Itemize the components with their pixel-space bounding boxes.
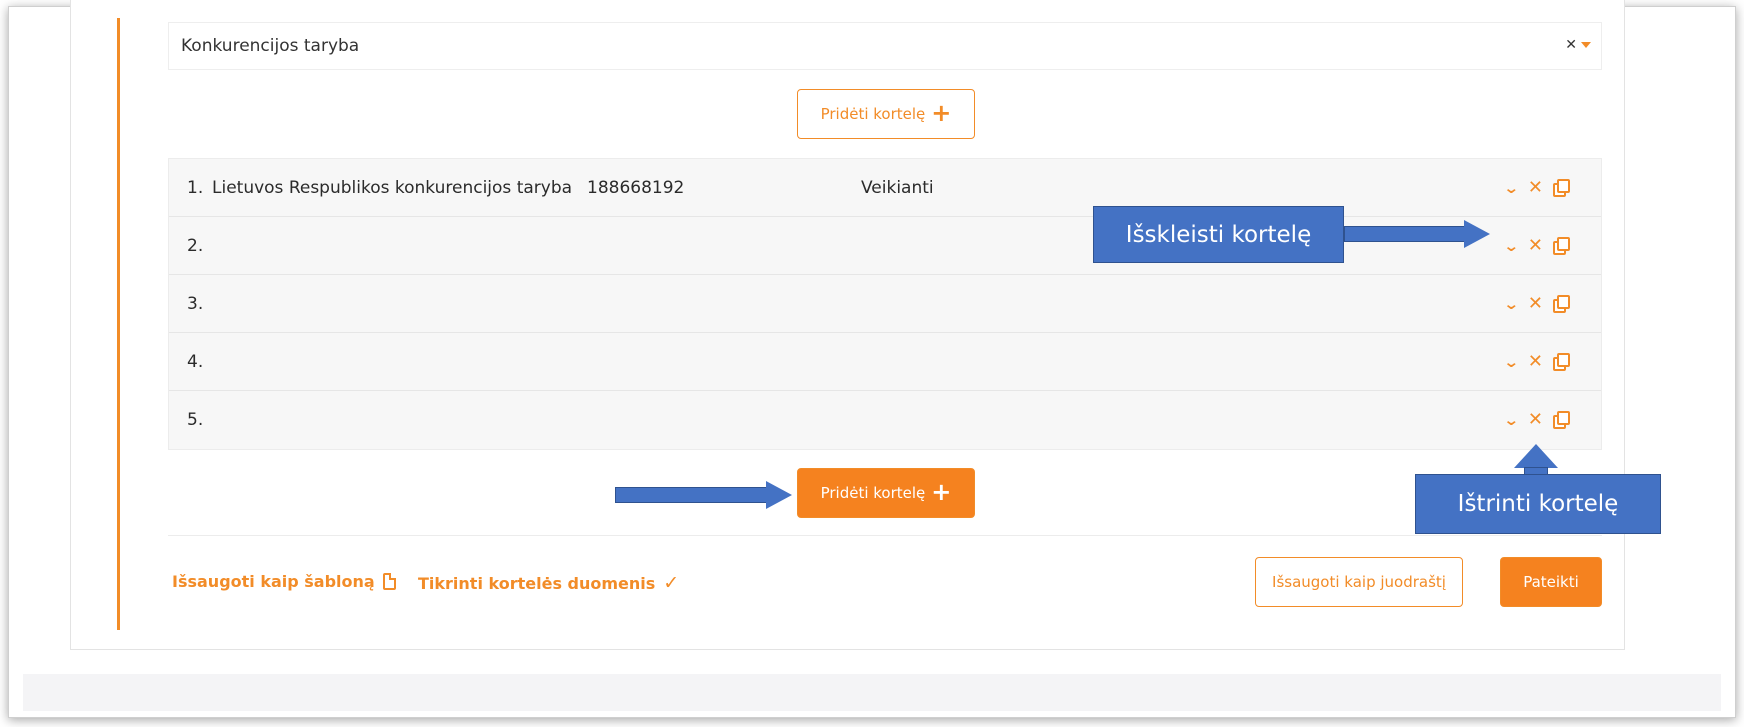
delete-arrow-head <box>1514 444 1558 468</box>
save-template-label: Išsaugoti kaip šabloną <box>172 572 375 591</box>
card-index: 5. <box>187 410 204 430</box>
expand-chevron-icon[interactable]: ⌄ <box>1503 411 1519 429</box>
copy-icon[interactable] <box>1553 410 1571 429</box>
document-icon <box>382 573 396 590</box>
card-status: Veikianti <box>861 177 934 198</box>
card-list: 1. Lietuvos Respublikos konkurencijos ta… <box>168 158 1602 450</box>
expand-chevron-icon[interactable]: ⌄ <box>1503 353 1519 371</box>
expand-callout: Išskleisti kortelę <box>1093 206 1344 263</box>
card-row[interactable]: 4. ⌄ ✕ <box>169 333 1601 391</box>
submit-label: Pateikti <box>1523 573 1579 591</box>
delete-icon[interactable]: ✕ <box>1528 409 1543 430</box>
card-title: Lietuvos Respublikos konkurencijos taryb… <box>212 177 573 198</box>
card-tools: ⌄ ✕ <box>1503 177 1571 198</box>
save-template-link[interactable]: Išsaugoti kaip šabloną <box>172 572 396 591</box>
checkmark-icon: ✓ <box>663 572 680 594</box>
card-tools: ⌄ ✕ <box>1503 409 1571 430</box>
card-row[interactable]: 3. ⌄ ✕ <box>169 275 1601 333</box>
card-row[interactable]: 5. ⌄ ✕ <box>169 391 1601 449</box>
clear-icon[interactable]: ✕ <box>1565 37 1577 53</box>
delete-icon[interactable]: ✕ <box>1528 177 1543 198</box>
expand-arrow-head <box>1464 220 1490 248</box>
section-accent-bar <box>117 18 120 630</box>
add-card-button-top[interactable]: Pridėti kortelę + <box>797 89 975 139</box>
copy-icon[interactable] <box>1553 236 1571 255</box>
delete-callout-label: Ištrinti kortelę <box>1457 491 1619 517</box>
card-index: 2. <box>187 235 204 256</box>
delete-callout: Ištrinti kortelę <box>1415 474 1661 534</box>
add-card-arrow-head <box>766 481 792 509</box>
expand-chevron-icon[interactable]: ⌄ <box>1503 237 1519 255</box>
plus-icon: + <box>931 99 952 127</box>
expand-arrow-shaft <box>1344 226 1466 242</box>
card-index: 4. <box>187 351 204 372</box>
footer-divider <box>168 535 1602 536</box>
expand-chevron-icon[interactable]: ⌄ <box>1503 295 1519 313</box>
check-data-label: Tikrinti kortelės duomenis <box>418 573 656 593</box>
add-card-button-label: Pridėti kortelę <box>820 105 926 123</box>
card-tools: ⌄ ✕ <box>1503 235 1571 256</box>
caret-down-icon[interactable] <box>1581 42 1591 48</box>
add-card-button-bottom[interactable]: Pridėti kortelę + <box>797 468 975 518</box>
submit-button[interactable]: Pateikti <box>1500 557 1602 607</box>
card-tools: ⌄ ✕ <box>1503 293 1571 314</box>
delete-icon[interactable]: ✕ <box>1528 235 1543 256</box>
select-tools: ✕ <box>1565 37 1591 53</box>
save-draft-button[interactable]: Išsaugoti kaip juodraštį <box>1255 557 1463 607</box>
institution-select[interactable]: Konkurencijos taryba ✕ <box>168 22 1602 70</box>
add-card-arrow-shaft <box>615 487 767 503</box>
save-draft-label: Išsaugoti kaip juodraštį <box>1272 573 1446 591</box>
expand-chevron-icon[interactable]: ⌄ <box>1503 179 1519 197</box>
card-code: 188668192 <box>587 177 685 198</box>
expand-callout-label: Išskleisti kortelę <box>1125 221 1312 248</box>
card-row[interactable]: 1. Lietuvos Respublikos konkurencijos ta… <box>169 159 1601 217</box>
copy-icon[interactable] <box>1553 294 1571 313</box>
check-data-link[interactable]: Tikrinti kortelės duomenis ✓ <box>418 572 679 594</box>
plus-icon: + <box>931 478 952 506</box>
card-index: 1. <box>187 177 204 198</box>
delete-icon[interactable]: ✕ <box>1528 351 1543 372</box>
card-tools: ⌄ ✕ <box>1503 351 1571 372</box>
add-card-button-label: Pridėti kortelę <box>820 484 926 502</box>
card-index: 3. <box>187 293 204 314</box>
delete-icon[interactable]: ✕ <box>1528 293 1543 314</box>
copy-icon[interactable] <box>1553 178 1571 197</box>
copy-icon[interactable] <box>1553 352 1571 371</box>
institution-select-value: Konkurencijos taryba <box>181 36 360 56</box>
bottom-strip <box>23 674 1721 711</box>
